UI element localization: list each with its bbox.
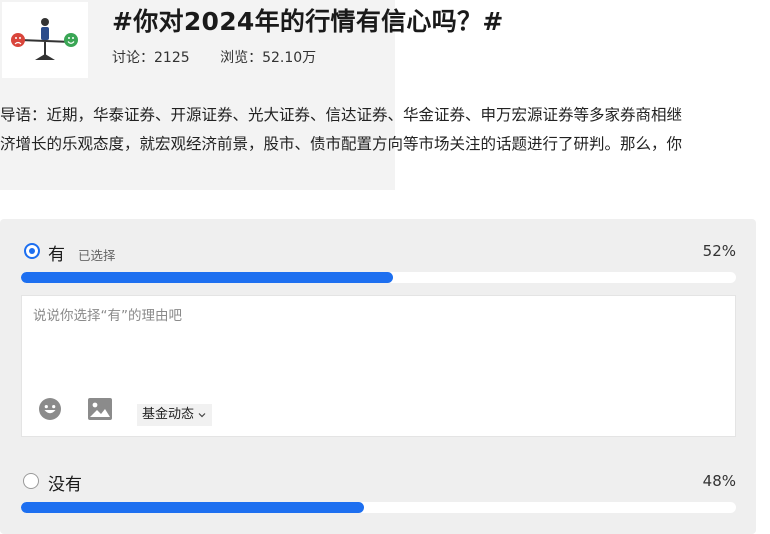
intro-line-1: 导语：近期，华泰证券、开源证券、光大证券、信达证券、华金证券、申万宏源证券等多家… (0, 106, 683, 124)
option-yes-bar (21, 272, 736, 283)
topic-intro: 导语：近期，华泰证券、开源证券、光大证券、信达证券、华金证券、申万宏源证券等多家… (0, 101, 770, 159)
intro-line-2: 济增长的乐观态度，就宏观经济前景，股市、债市配置方向等市场关注的话题进行了研判。… (0, 135, 683, 153)
smile-icon (39, 398, 61, 420)
discuss-count: 讨论：2125 (112, 50, 190, 66)
category-select-value: 基金动态 (142, 407, 195, 422)
topic-stats: 讨论：2125 浏览：52.10万 (112, 47, 342, 67)
topic-title: #你对2024年的行情有信心吗？# (112, 7, 504, 36)
option-yes-radio[interactable] (24, 243, 40, 259)
emoji-button[interactable] (34, 393, 66, 425)
image-icon (88, 398, 112, 420)
reason-box (21, 295, 736, 437)
selected-tag: 已选择 (78, 248, 116, 263)
topic-thumbnail[interactable] (2, 2, 88, 78)
view-count: 浏览：52.10万 (220, 50, 317, 66)
chevron-down-icon (198, 413, 206, 418)
option-no-radio[interactable] (23, 473, 39, 489)
option-no-percent: 48% (702, 472, 736, 490)
reason-input[interactable] (22, 296, 735, 384)
option-no-bar (21, 502, 736, 513)
option-no-bar-fill (21, 502, 365, 513)
option-no-label[interactable]: 没有 (48, 470, 82, 495)
option-yes-label[interactable]: 有 (48, 240, 65, 265)
category-select[interactable]: 基金动态 (137, 404, 213, 426)
option-yes-percent: 52% (702, 242, 736, 260)
balance-illustration-icon (2, 2, 88, 78)
option-yes-bar-fill (21, 272, 393, 283)
image-upload-button[interactable] (84, 393, 116, 425)
